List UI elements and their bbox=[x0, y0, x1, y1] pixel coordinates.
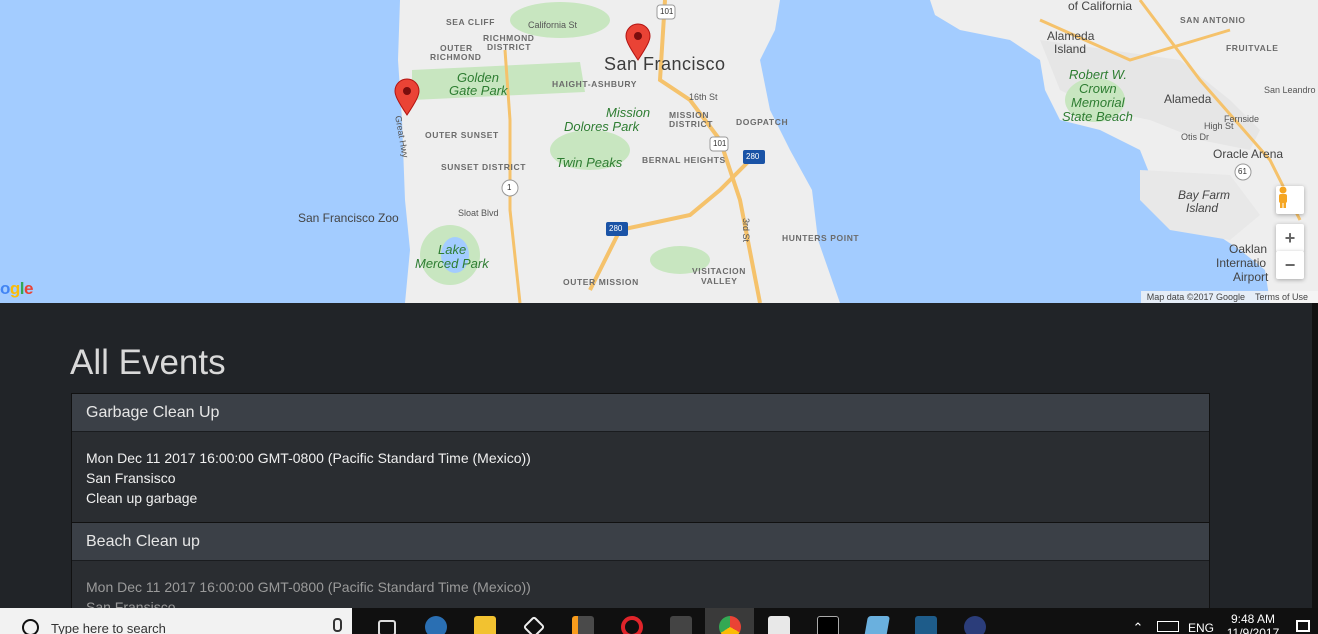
label-oracle-arena: Oracle Arena bbox=[1213, 147, 1284, 161]
label-lake-merced-2: Merced Park bbox=[415, 256, 489, 271]
event-card-title[interactable]: Garbage Clean Up bbox=[72, 394, 1209, 432]
unity-icon[interactable] bbox=[509, 608, 558, 634]
label-hwy-280-b: 280 bbox=[609, 224, 623, 233]
sublime-text-icon[interactable] bbox=[558, 608, 607, 634]
show-hidden-icons-chevron-icon[interactable]: ⌃ bbox=[1128, 620, 1148, 634]
label-sloat-blvd: Sloat Blvd bbox=[458, 208, 499, 218]
label-robert-crown-1: Robert W. bbox=[1069, 67, 1128, 82]
map-data-attribution: Map data ©2017 Google bbox=[1146, 292, 1245, 302]
terms-of-use-link[interactable]: Terms of Use bbox=[1255, 292, 1308, 302]
taskbar-search-box[interactable]: Type here to search bbox=[0, 608, 352, 634]
page-scrollbar[interactable] bbox=[1312, 303, 1318, 608]
label-california-st: California St bbox=[528, 20, 578, 30]
label-outer-mission: OUTER MISSION bbox=[563, 277, 639, 287]
event-date: Mon Dec 11 2017 16:00:00 GMT-0800 (Pacif… bbox=[86, 450, 531, 466]
label-san-leandro-st: San Leandro St bbox=[1264, 85, 1318, 95]
keyboard-icon[interactable] bbox=[1148, 608, 1188, 632]
label-16th-st: 16th St bbox=[689, 92, 718, 102]
event-location: San Fransisco bbox=[86, 470, 176, 486]
label-alameda-island-2: Island bbox=[1054, 42, 1087, 56]
events-section: All Events Garbage Clean Up Mon Dec 11 2… bbox=[0, 303, 1318, 622]
street-view-pegman-icon[interactable] bbox=[1276, 186, 1304, 214]
label-mission-dolores-2: Dolores Park bbox=[564, 119, 640, 134]
label-hwy-61: 61 bbox=[1238, 167, 1247, 176]
event-card: Beach Clean up Mon Dec 11 2017 16:00:00 … bbox=[71, 522, 1210, 622]
label-mission-dolores-1: Mission bbox=[606, 105, 651, 120]
label-twin-peaks: Twin Peaks bbox=[556, 155, 623, 170]
label-alameda-island-1: Alameda bbox=[1047, 29, 1095, 43]
google-logo[interactable]: ogle bbox=[0, 279, 33, 299]
notepad-icon[interactable] bbox=[852, 608, 901, 634]
label-hwy-1: 1 bbox=[507, 183, 512, 192]
label-richmond-2: DISTRICT bbox=[487, 42, 531, 52]
label-haight-ashbury: HAIGHT-ASHBURY bbox=[552, 79, 638, 89]
game-app-icon[interactable] bbox=[754, 608, 803, 634]
language-indicator[interactable]: ENG bbox=[1188, 621, 1218, 634]
system-tray: ⌃ ENG 9:48 AM 11/9/2017 bbox=[1128, 608, 1318, 634]
event-card: Garbage Clean Up Mon Dec 11 2017 16:00:0… bbox=[71, 393, 1210, 524]
opera-icon[interactable] bbox=[607, 608, 656, 634]
label-sunset-district: SUNSET DISTRICT bbox=[441, 162, 527, 172]
label-sf-zoo: San Francisco Zoo bbox=[298, 211, 399, 225]
map-footer: Map data ©2017 Google Terms of Use bbox=[1140, 291, 1318, 303]
label-fernside: Fernside bbox=[1224, 114, 1260, 124]
mpc-player-icon[interactable] bbox=[656, 608, 705, 634]
label-bay-farm-2: Island bbox=[1186, 201, 1219, 215]
map-canvas bbox=[394, 0, 1318, 303]
zoom-out-button[interactable]: − bbox=[1276, 251, 1304, 279]
app-globe-icon[interactable] bbox=[950, 608, 999, 634]
label-otis-dr: Otis Dr bbox=[1181, 132, 1209, 142]
clock[interactable]: 9:48 AM 11/9/2017 bbox=[1218, 612, 1288, 634]
event-date: Mon Dec 11 2017 16:00:00 GMT-0800 (Pacif… bbox=[86, 579, 531, 595]
label-oakland-1: Oaklan bbox=[1229, 242, 1268, 256]
label-uc: of California bbox=[1068, 0, 1133, 13]
label-hwy-101-a: 101 bbox=[660, 7, 674, 16]
microphone-icon[interactable] bbox=[333, 618, 342, 632]
label-dogpatch: DOGPATCH bbox=[736, 117, 789, 127]
thunderbird-icon[interactable] bbox=[411, 608, 460, 634]
label-sea-cliff: SEA CLIFF bbox=[446, 17, 495, 27]
file-explorer-icon[interactable] bbox=[460, 608, 509, 634]
label-oakland-2: Internatio bbox=[1216, 256, 1267, 270]
label-oakland-3: Airport bbox=[1233, 270, 1269, 284]
label-robert-crown-3: Memorial bbox=[1071, 95, 1125, 110]
chrome-icon[interactable] bbox=[705, 608, 754, 634]
event-card-title[interactable]: Beach Clean up bbox=[72, 523, 1209, 561]
cortana-icon[interactable] bbox=[22, 618, 39, 634]
event-map[interactable]: San Francisco SEA CLIFF RICHMOND DISTRIC… bbox=[0, 0, 1318, 303]
label-3rd-st: 3rd St bbox=[741, 218, 751, 243]
label-robert-crown-2: Crown bbox=[1079, 81, 1117, 96]
search-placeholder: Type here to search bbox=[51, 620, 166, 634]
label-outer-richmond-2: RICHMOND bbox=[430, 52, 482, 62]
clock-date: 11/9/2017 bbox=[1226, 626, 1280, 634]
clock-time: 9:48 AM bbox=[1230, 612, 1276, 626]
label-bay-farm-1: Bay Farm bbox=[1178, 188, 1231, 202]
task-view-icon[interactable] bbox=[362, 608, 411, 634]
action-center-icon[interactable] bbox=[1288, 608, 1318, 632]
label-golden-gate-2: Gate Park bbox=[449, 83, 508, 98]
label-hunters-point: HUNTERS POINT bbox=[782, 233, 860, 243]
page-title: All Events bbox=[70, 343, 226, 382]
mysql-workbench-icon[interactable] bbox=[901, 608, 950, 634]
label-hwy-280-a: 280 bbox=[746, 152, 760, 161]
label-outer-sunset: OUTER SUNSET bbox=[425, 130, 499, 140]
command-prompt-icon[interactable] bbox=[803, 608, 852, 634]
event-description: Clean up garbage bbox=[86, 490, 198, 506]
label-alameda: Alameda bbox=[1164, 92, 1212, 106]
event-card-body: Mon Dec 11 2017 16:00:00 GMT-0800 (Pacif… bbox=[72, 432, 1209, 508]
label-lake-merced-1: Lake bbox=[438, 242, 467, 257]
label-san-francisco: San Francisco bbox=[604, 54, 726, 74]
zoom-in-button[interactable]: + bbox=[1276, 224, 1304, 252]
label-hwy-101-b: 101 bbox=[713, 139, 727, 148]
label-san-antonio: SAN ANTONIO bbox=[1180, 15, 1246, 25]
label-visitacion-2: VALLEY bbox=[701, 276, 738, 286]
label-mission-district-2: DISTRICT bbox=[669, 119, 713, 129]
label-fruitvale: FRUITVALE bbox=[1226, 43, 1279, 53]
label-visitacion-1: VISITACION bbox=[692, 266, 747, 276]
label-robert-crown-4: State Beach bbox=[1062, 109, 1133, 124]
taskbar-apps bbox=[362, 608, 999, 634]
label-bernal-heights: BERNAL HEIGHTS bbox=[642, 155, 726, 165]
windows-taskbar: Type here to search ⌃ ENG 9:48 AM 11/9/2… bbox=[0, 608, 1318, 634]
